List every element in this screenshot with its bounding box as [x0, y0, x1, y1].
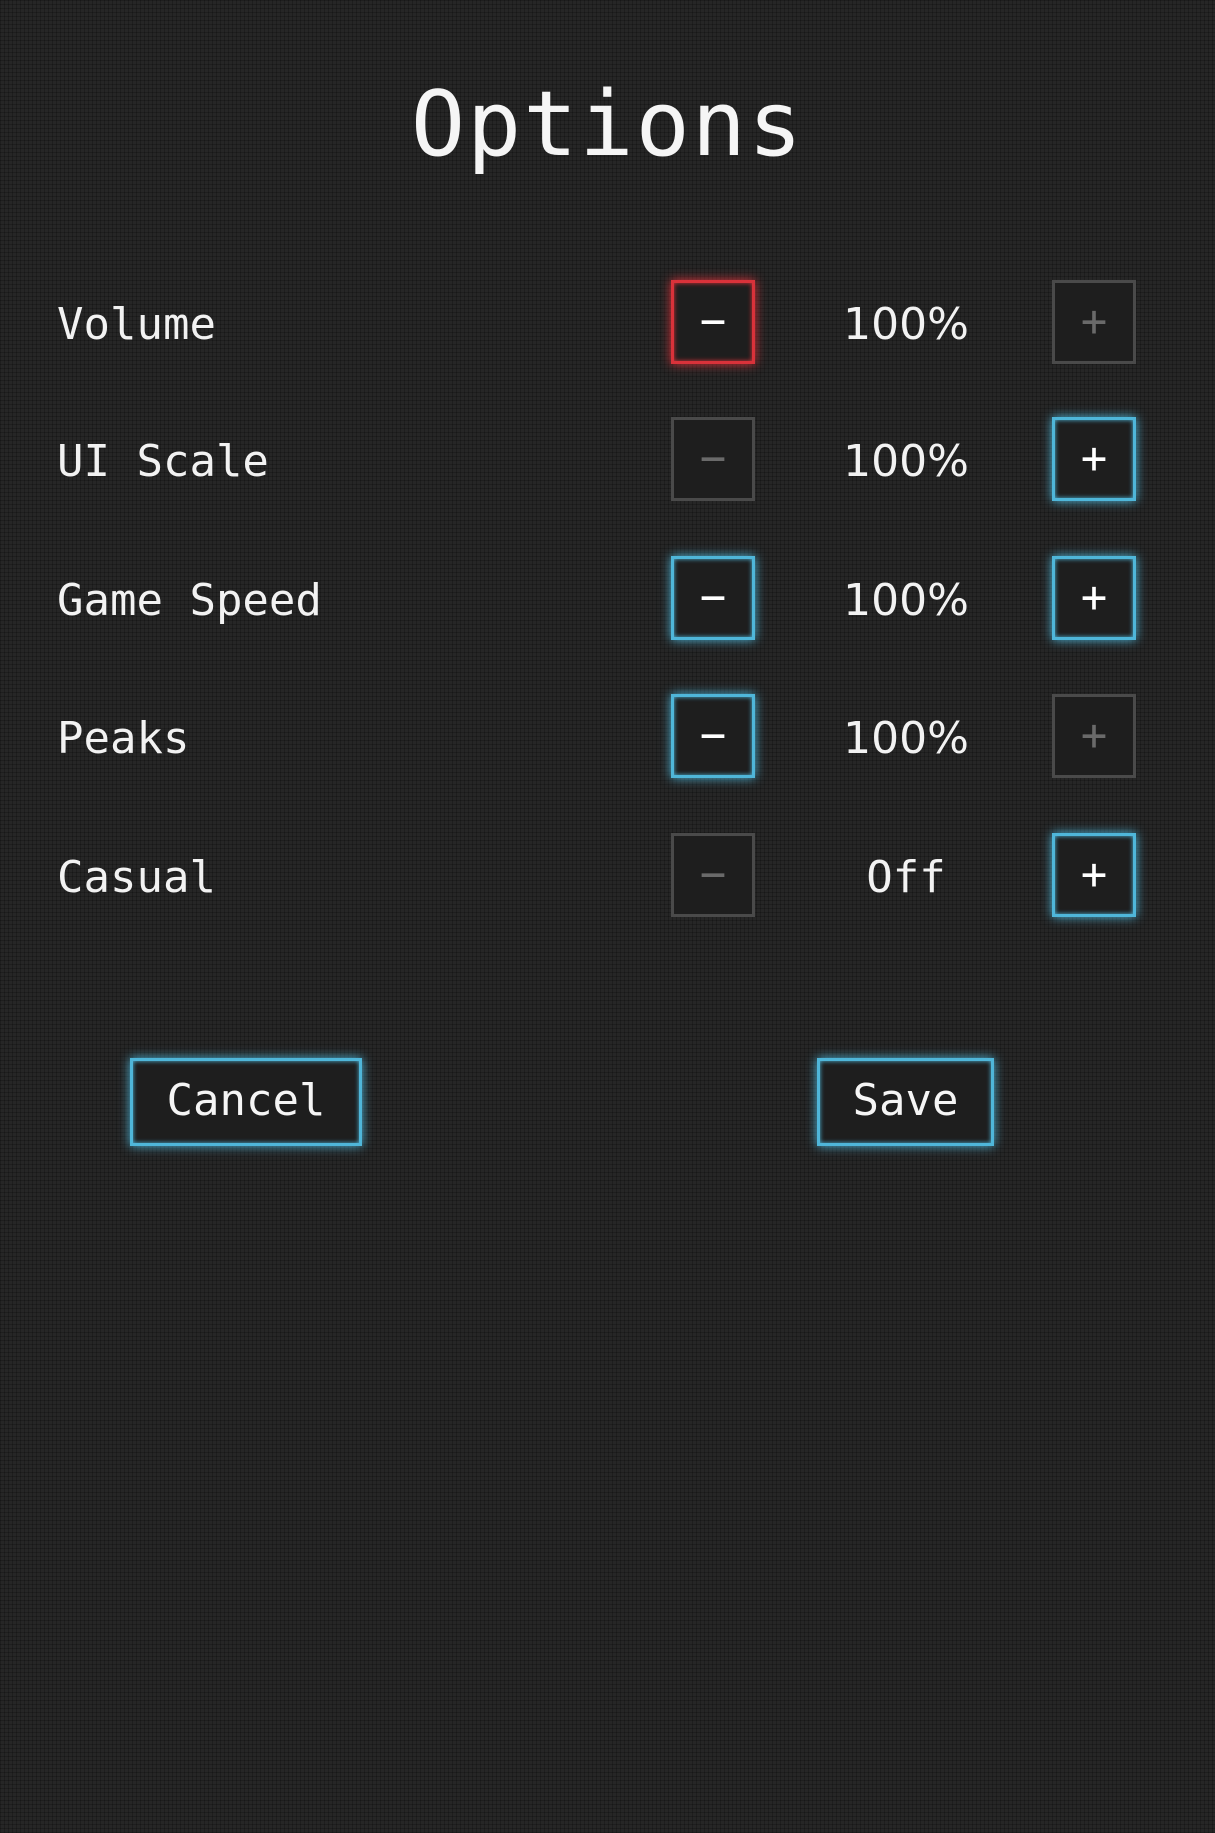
setting-row-casual: Casual − Off +	[0, 832, 1215, 924]
volume-decrease-button[interactable]: −	[671, 280, 755, 364]
setting-label: UI Scale	[57, 436, 269, 487]
setting-value: 100%	[843, 299, 969, 350]
volume-increase-button[interactable]: +	[1052, 280, 1136, 364]
setting-label: Game Speed	[57, 575, 322, 626]
setting-value: 100%	[843, 575, 969, 626]
setting-value: 100%	[843, 436, 969, 487]
peaks-decrease-button[interactable]: −	[671, 694, 755, 778]
setting-row-ui-scale: UI Scale − 100% +	[0, 416, 1215, 508]
setting-label: Volume	[57, 299, 216, 350]
setting-value: 100%	[843, 713, 969, 764]
setting-label: Casual	[57, 852, 216, 903]
ui-scale-increase-button[interactable]: +	[1052, 417, 1136, 501]
setting-row-peaks: Peaks − 100% +	[0, 693, 1215, 785]
cancel-button[interactable]: Cancel	[130, 1058, 362, 1146]
ui-scale-decrease-button[interactable]: −	[671, 417, 755, 501]
setting-label: Peaks	[57, 713, 190, 764]
page-title: Options	[410, 72, 805, 177]
casual-increase-button[interactable]: +	[1052, 833, 1136, 917]
setting-value: Off	[866, 852, 946, 903]
game-speed-increase-button[interactable]: +	[1052, 556, 1136, 640]
casual-decrease-button[interactable]: −	[671, 833, 755, 917]
setting-row-game-speed: Game Speed − 100% +	[0, 555, 1215, 647]
peaks-increase-button[interactable]: +	[1052, 694, 1136, 778]
save-button[interactable]: Save	[817, 1058, 994, 1146]
game-speed-decrease-button[interactable]: −	[671, 556, 755, 640]
setting-row-volume: Volume − 100% +	[0, 279, 1215, 371]
